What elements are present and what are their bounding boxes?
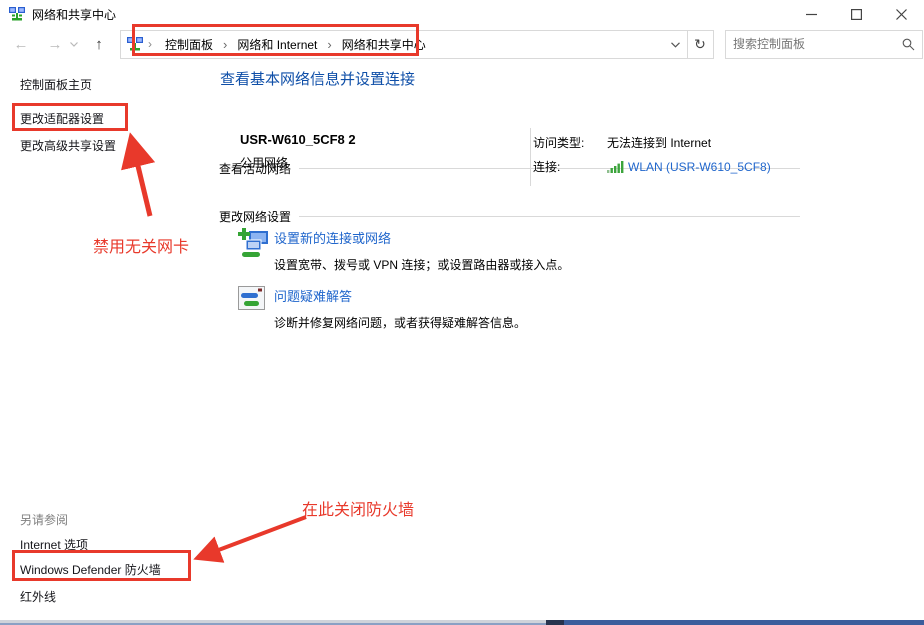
task-new-connection: 设置新的连接或网络 设置宽带、拨号或 VPN 连接；或设置路由器或接入点。 [238,228,778,273]
search-icon[interactable] [902,38,915,51]
network-share-icon [9,6,25,22]
address-bar[interactable]: › 控制面板 › 网络和 Internet › 网络和共享中心 ↻ [120,30,714,59]
window-title: 网络和共享中心 [32,6,116,23]
troubleshoot-icon [238,286,266,312]
wifi-signal-icon [607,161,624,173]
bottom-edge-dark [546,620,564,625]
title-bar: 网络和共享中心 [0,0,924,28]
divider [687,31,688,58]
network-name: USR-W610_5CF8 2 [240,132,356,147]
up-button[interactable]: ↑ [86,31,112,57]
troubleshoot-description: 诊断并修复网络问题，或者获得疑难解答信息。 [274,314,778,331]
sidebar-item-infrared[interactable]: 红外线 [20,588,56,605]
divider [530,128,531,186]
bottom-edge-light [0,620,546,625]
main-content: 查看基本网络信息并设置连接 查看活动网络 USR-W610_5CF8 2 公用网… [219,60,800,620]
page-title: 查看基本网络信息并设置连接 [220,68,415,89]
breadcrumb-network-internet[interactable]: 网络和 Internet [229,36,325,53]
breadcrumb-separator-icon[interactable]: › [221,37,229,52]
network-share-icon [127,36,143,52]
access-type-label: 访问类型: [533,134,607,151]
recent-pages-dropdown[interactable] [68,31,80,57]
minimize-button[interactable] [789,0,834,28]
sidebar-item-windows-defender-firewall[interactable]: Windows Defender 防火墙 [20,561,161,578]
breadcrumb-control-panel[interactable]: 控制面板 [157,36,221,53]
active-network-summary: USR-W610_5CF8 2 公用网络 [240,132,356,171]
back-button[interactable]: ← [8,31,34,57]
arrow-to-adapter-settings [132,141,150,216]
sidebar-item-change-advanced-sharing[interactable]: 更改高级共享设置 [20,137,116,154]
troubleshoot-link[interactable]: 问题疑难解答 [274,286,778,305]
chevron-down-icon [671,42,680,48]
new-connection-icon [238,228,270,259]
close-icon [896,9,907,20]
new-connection-description: 设置宽带、拨号或 VPN 连接；或设置路由器或接入点。 [274,256,778,273]
close-button[interactable] [879,0,924,28]
chevron-down-icon [70,42,78,47]
maximize-icon [851,9,862,20]
sidebar-item-change-adapter-settings[interactable]: 更改适配器设置 [20,110,104,127]
new-connection-link[interactable]: 设置新的连接或网络 [274,228,778,247]
change-network-settings-section-header: 更改网络设置 [219,208,800,225]
see-also-header: 另请参阅 [20,511,68,528]
wlan-connection-link[interactable]: WLAN (USR-W610_5CF8) [628,160,771,174]
network-sharing-center-window: 网络和共享中心 ← → ↑ [0,0,924,625]
address-dropdown-button[interactable] [664,35,686,53]
sidebar-item-internet-options[interactable]: Internet 选项 [20,536,88,553]
minimize-icon [806,9,817,20]
breadcrumb-network-sharing-center[interactable]: 网络和共享中心 [334,36,434,53]
maximize-button[interactable] [834,0,879,28]
annotation-disable-adapter-note: 禁用无关网卡 [93,233,189,257]
section-label: 更改网络设置 [219,208,291,225]
window-bottom-edge [0,620,924,625]
breadcrumb-separator-icon[interactable]: › [325,37,333,52]
connection-label: 连接: [533,158,607,175]
network-profile: 公用网络 [240,154,356,171]
active-network-details: 访问类型: 无法连接到 Internet 连接: WLAN (USR-W610_… [533,134,771,182]
task-troubleshoot: 问题疑难解答 诊断并修复网络问题，或者获得疑难解答信息。 [238,286,778,331]
breadcrumb-chevron-icon[interactable]: › [143,37,157,51]
bottom-edge-blue [564,620,924,625]
navigation-toolbar: ← → ↑ › 控制面板 › 网络和 Internet › 网络和共享中心 [0,28,924,60]
annotation-close-firewall-note: 在此关闭防火墙 [302,496,414,520]
forward-button[interactable]: → [42,31,68,57]
search-box[interactable] [725,30,923,59]
sidebar-item-control-panel-home[interactable]: 控制面板主页 [20,76,92,93]
access-type-value: 无法连接到 Internet [607,134,711,151]
divider [299,216,800,217]
search-input[interactable] [733,37,902,51]
refresh-button[interactable]: ↻ [689,36,711,53]
